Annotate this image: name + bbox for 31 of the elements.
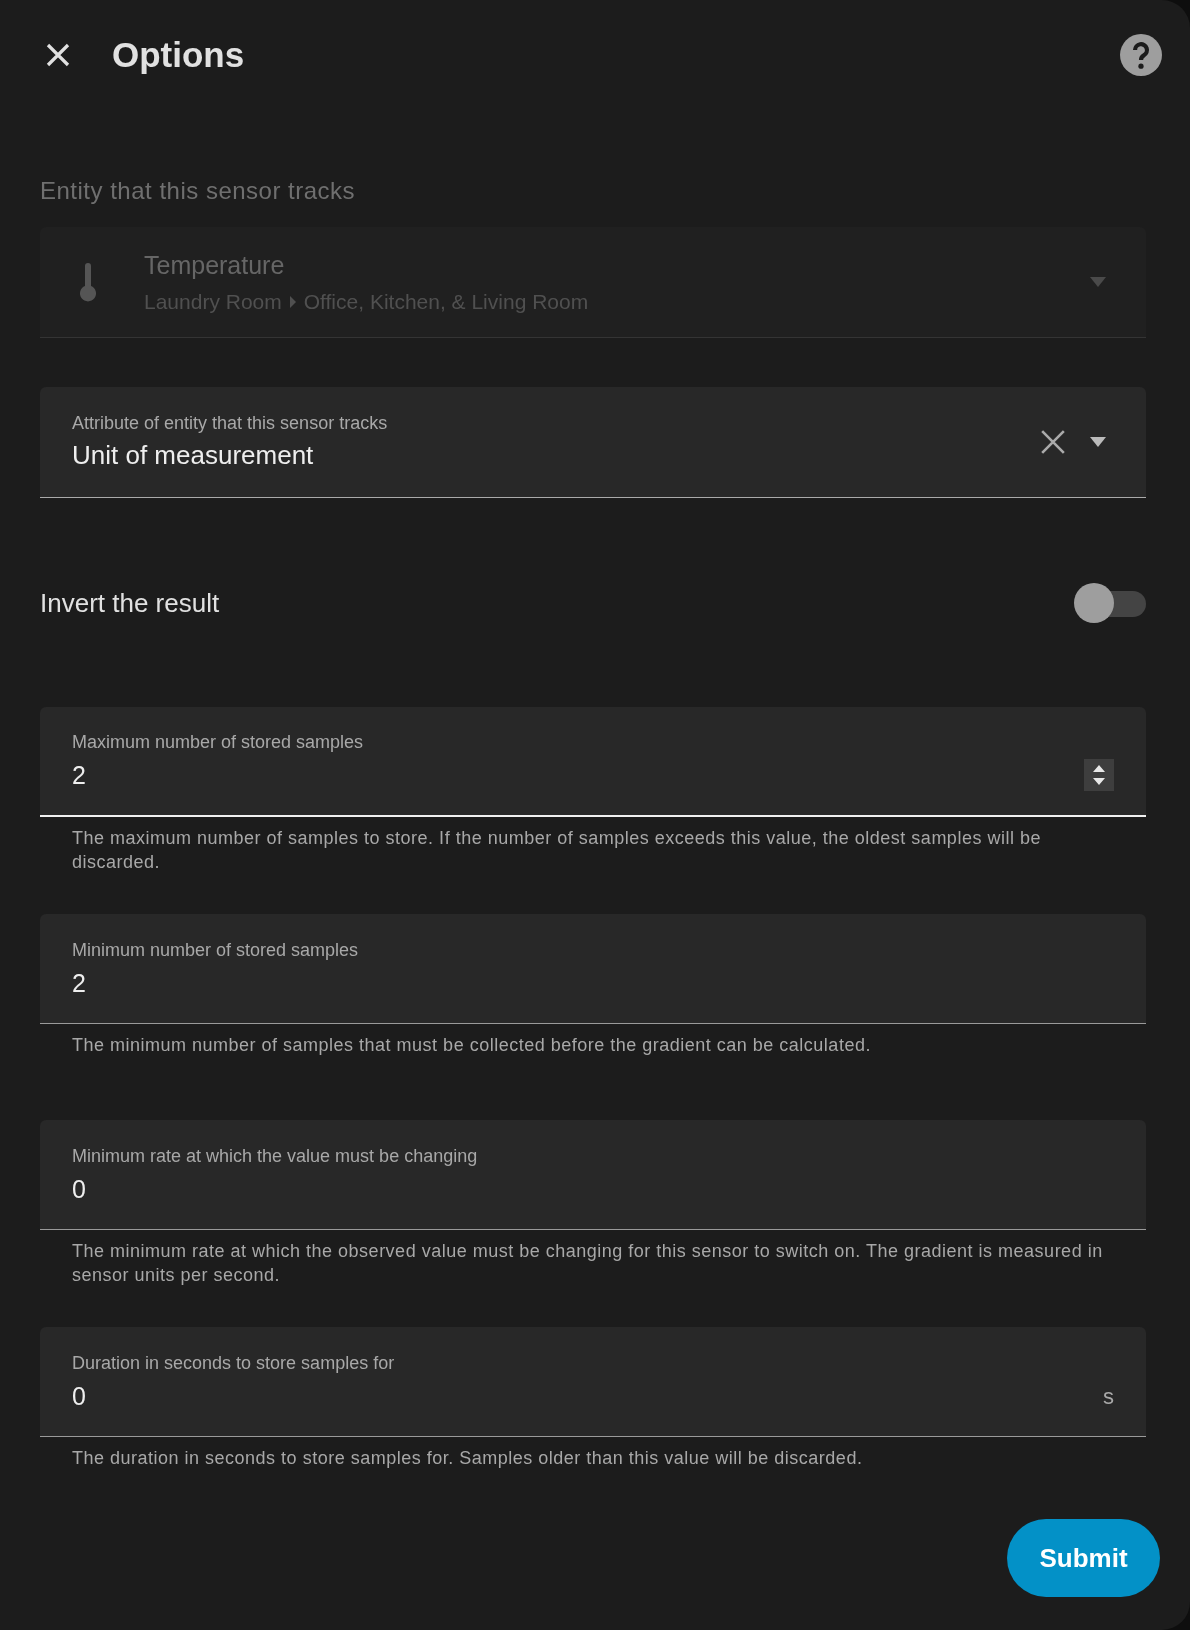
helper-text: The minimum number of samples that must be collected before the gradient can be calculated.: [71, 1034, 872, 1057]
field-value: 0: [72, 1174, 87, 1204]
toggle-switch[interactable]: [1074, 583, 1146, 623]
input-field[interactable]: Maximum number of stored samples 2: [40, 707, 1146, 817]
field-value: 2: [72, 761, 87, 790]
section-label: Entity that this sensor tracks: [40, 177, 357, 205]
input-field[interactable]: Minimum rate at which the value must be changing 0: [40, 1120, 1146, 1230]
field-label: Minimum rate at which the value must be changing: [72, 1145, 479, 1167]
field-label: Attribute of entity that this sensor tracks: [72, 413, 389, 434]
helper-text: The minimum rate at which the observed value must be changing for this sensor to switch on. The gradient is measured in sensor units per second.: [71, 1240, 1104, 1287]
input-field[interactable]: Duration in seconds to store samples for 0 s: [40, 1327, 1146, 1437]
clear-icon[interactable]: [1040, 429, 1066, 455]
unit-suffix: s: [1103, 1383, 1114, 1410]
input-field[interactable]: Minimum number of stored samples 2: [40, 914, 1146, 1024]
field-label: Maximum number of stored samples: [72, 732, 365, 753]
toggle-label: Invert the result: [40, 587, 220, 619]
caret-icon: [1088, 276, 1108, 288]
field-label: Minimum number of stored samples: [72, 939, 360, 961]
chevron-icon: [287, 295, 298, 308]
helper-text: The maximum number of samples to store. If the number of samples exceeds this value, the oldest samples will be discarded.: [71, 827, 1042, 874]
field-label: Duration in seconds to store samples for: [72, 1352, 396, 1374]
submit-button[interactable]: Submit: [1007, 1519, 1160, 1597]
field-value: Unit of measurement: [72, 440, 315, 471]
helper-text: The duration in seconds to store samples for. Samples older than this value will be discarded.: [71, 1447, 864, 1470]
field-value: 2: [72, 968, 87, 998]
caret-icon[interactable]: [1088, 436, 1108, 448]
field-value: 0: [72, 1381, 87, 1411]
attribute-select[interactable]: Attribute of entity that this sensor tracks Unit of measurement: [40, 387, 1146, 498]
help-icon[interactable]: [1120, 34, 1162, 76]
entity-name: Temperature: [144, 250, 286, 280]
dialog-title: Options: [112, 35, 246, 75]
